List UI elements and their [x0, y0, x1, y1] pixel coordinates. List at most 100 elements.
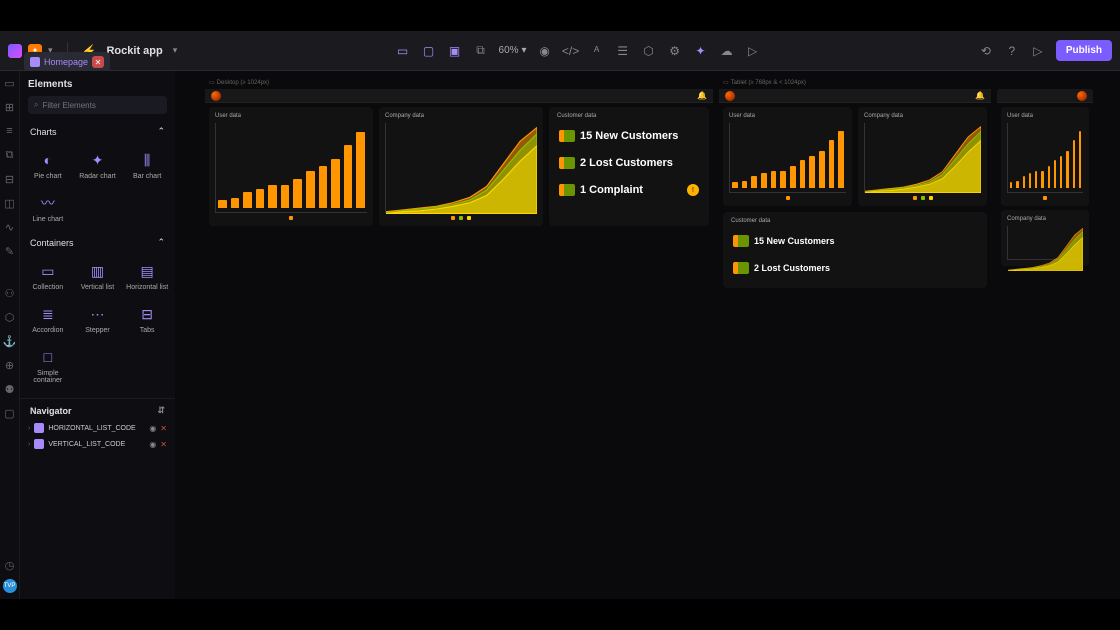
- elem-icon: □: [39, 348, 57, 366]
- list-item[interactable]: 1 Complaint!: [553, 179, 705, 201]
- list-item[interactable]: 15 New Customers: [553, 125, 705, 147]
- canvas[interactable]: ▭ Desktop (≥ 1024px) 🔔 User data Company…: [175, 71, 1120, 599]
- chart-line-chart[interactable]: 〰Line chart: [24, 188, 72, 229]
- help-icon[interactable]: ?: [1004, 43, 1020, 59]
- elem-icon: ⫼: [138, 151, 156, 169]
- play-icon[interactable]: ▷: [745, 43, 761, 59]
- delete-icon[interactable]: ✕: [160, 424, 167, 433]
- translate-icon[interactable]: ᴬ: [589, 43, 605, 59]
- list-item-icon: [559, 130, 575, 142]
- card-user-data[interactable]: User data: [1001, 107, 1089, 206]
- container-horizontal-list[interactable]: ▤Horizontal list: [123, 256, 171, 297]
- nav-row[interactable]: ›VERTICAL_LIST_CODE◉✕: [20, 436, 175, 452]
- elem-icon: ▥: [88, 262, 106, 280]
- visibility-icon[interactable]: ◉: [149, 440, 156, 449]
- zoom-level[interactable]: 60% ▾: [499, 45, 527, 56]
- filter-input[interactable]: [42, 101, 161, 110]
- screens-icon[interactable]: ⧉: [473, 43, 489, 59]
- chart-bar-chart[interactable]: ⫼Bar chart: [123, 145, 171, 186]
- rail-pages-icon[interactable]: ▭: [4, 77, 16, 89]
- shield-icon[interactable]: ⬡: [641, 43, 657, 59]
- elements-panel: Elements ⌕ Charts⌃ ◐Pie chart✦Radar char…: [20, 71, 175, 599]
- container-collection[interactable]: ▭Collection: [24, 256, 72, 297]
- cursor-tool-icon[interactable]: ▭: [395, 43, 411, 59]
- rail-cube-icon[interactable]: ⬡: [4, 311, 16, 323]
- card-user-data[interactable]: User data: [723, 107, 852, 206]
- list-item[interactable]: 2 Lost Customers: [727, 257, 983, 279]
- rail-anchor-icon[interactable]: ⚓: [4, 335, 16, 347]
- brand-logo-icon: [1077, 91, 1087, 101]
- db-icon[interactable]: ☰: [615, 43, 631, 59]
- node-type-icon: [34, 423, 44, 433]
- frame-label-desktop: ▭ Desktop (≥ 1024px): [209, 79, 269, 86]
- publish-button[interactable]: Publish: [1056, 40, 1112, 61]
- rail-users-icon[interactable]: ⚇: [4, 287, 16, 299]
- rail-style-icon[interactable]: ⧉: [4, 149, 16, 161]
- list-item[interactable]: 15 New Customers: [727, 230, 983, 252]
- filter-elements-input[interactable]: ⌕: [28, 96, 167, 114]
- app-logo-icon[interactable]: [8, 44, 22, 58]
- card-company-data[interactable]: Company data: [858, 107, 987, 206]
- history-icon[interactable]: ⟲: [978, 43, 994, 59]
- bell-icon[interactable]: 🔔: [975, 91, 985, 100]
- delete-icon[interactable]: ✕: [160, 440, 167, 449]
- eye-icon[interactable]: ◉: [537, 43, 553, 59]
- section-charts[interactable]: Charts⌃: [20, 122, 175, 141]
- chart-radar-chart[interactable]: ✦Radar chart: [74, 145, 122, 186]
- preview-header: 🔔: [205, 89, 713, 103]
- elem-icon: ⊟: [138, 305, 156, 323]
- expand-icon[interactable]: ›: [28, 441, 30, 448]
- elem-icon: ◐: [39, 151, 57, 169]
- chart-pie-chart[interactable]: ◐Pie chart: [24, 145, 72, 186]
- list-item[interactable]: 2 Lost Customers: [553, 152, 705, 174]
- rail-layers-icon[interactable]: ◫: [4, 197, 16, 209]
- navigator-options-icon[interactable]: ⇵: [157, 405, 165, 416]
- tab-close-icon[interactable]: ✕: [92, 56, 104, 68]
- box-tool-icon[interactable]: ▢: [421, 43, 437, 59]
- card-company-data[interactable]: Company data: [379, 107, 543, 226]
- card-customer-data[interactable]: Customer data 15 New Customers2 Lost Cus…: [723, 212, 987, 288]
- elem-icon: 〰: [39, 194, 57, 212]
- rail-plug-icon[interactable]: ⊕: [4, 359, 16, 371]
- brand-logo-icon: [725, 91, 735, 101]
- preview-tablet[interactable]: ▭ Tablet (≥ 768px & < 1024px) 🔔 User dat…: [719, 89, 991, 349]
- rail-data-icon[interactable]: ≡: [4, 125, 16, 137]
- list-item-icon: [559, 157, 575, 169]
- expand-icon[interactable]: ›: [28, 425, 30, 432]
- cloud-icon[interactable]: ☁: [719, 43, 735, 59]
- visibility-icon[interactable]: ◉: [149, 424, 156, 433]
- container-vertical-list[interactable]: ▥Vertical list: [74, 256, 122, 297]
- card-user-data[interactable]: User data: [209, 107, 373, 226]
- preview-play-icon[interactable]: ▷: [1030, 43, 1046, 59]
- nav-row[interactable]: ›HORIZONTAL_LIST_CODE◉✕: [20, 420, 175, 436]
- settings-icon[interactable]: ⚙: [667, 43, 683, 59]
- page-tab-homepage[interactable]: Homepage ✕: [24, 52, 110, 72]
- code-icon[interactable]: </>: [563, 43, 579, 59]
- sparkle-icon[interactable]: ✦: [693, 43, 709, 59]
- stack-tool-icon[interactable]: ▣: [447, 43, 463, 59]
- chevron-up-icon: ⌃: [157, 237, 165, 248]
- sidebar-rail: ▭ ⊞ ≡ ⧉ ⊟ ◫ ∿ ✎ ⚇ ⬡ ⚓ ⊕ ⚉ ▢ ◷ TVP: [0, 71, 20, 599]
- rail-ruler-icon[interactable]: ⊟: [4, 173, 16, 185]
- rail-elements-icon[interactable]: ⊞: [4, 101, 16, 113]
- elem-icon: ⋯: [88, 305, 106, 323]
- card-company-data[interactable]: Company data: [1001, 210, 1089, 266]
- user-avatar[interactable]: TVP: [3, 579, 17, 593]
- alert-badge-icon: !: [687, 184, 699, 196]
- container-stepper[interactable]: ⋯Stepper: [74, 299, 122, 340]
- rail-bag-icon[interactable]: ▢: [4, 407, 16, 419]
- rail-pen-icon[interactable]: ✎: [4, 245, 16, 257]
- card-customer-data[interactable]: Customer data 15 New Customers2 Lost Cus…: [549, 107, 709, 226]
- rail-link-icon[interactable]: ∿: [4, 221, 16, 233]
- container-simple-container[interactable]: □Simple container: [24, 342, 72, 390]
- rail-clock-icon[interactable]: ◷: [4, 559, 16, 571]
- container-accordion[interactable]: ≣Accordion: [24, 299, 72, 340]
- preview-mobile[interactable]: ▭ Mobile (< 767px) User data Company dat…: [997, 89, 1093, 349]
- section-containers[interactable]: Containers⌃: [20, 233, 175, 252]
- preview-desktop[interactable]: ▭ Desktop (≥ 1024px) 🔔 User data Company…: [205, 89, 713, 419]
- bell-icon[interactable]: 🔔: [697, 91, 707, 100]
- user-bar-chart: [215, 123, 367, 213]
- container-tabs[interactable]: ⊟Tabs: [123, 299, 171, 340]
- app-title[interactable]: Rockit app: [106, 45, 162, 57]
- rail-person-icon[interactable]: ⚉: [4, 383, 16, 395]
